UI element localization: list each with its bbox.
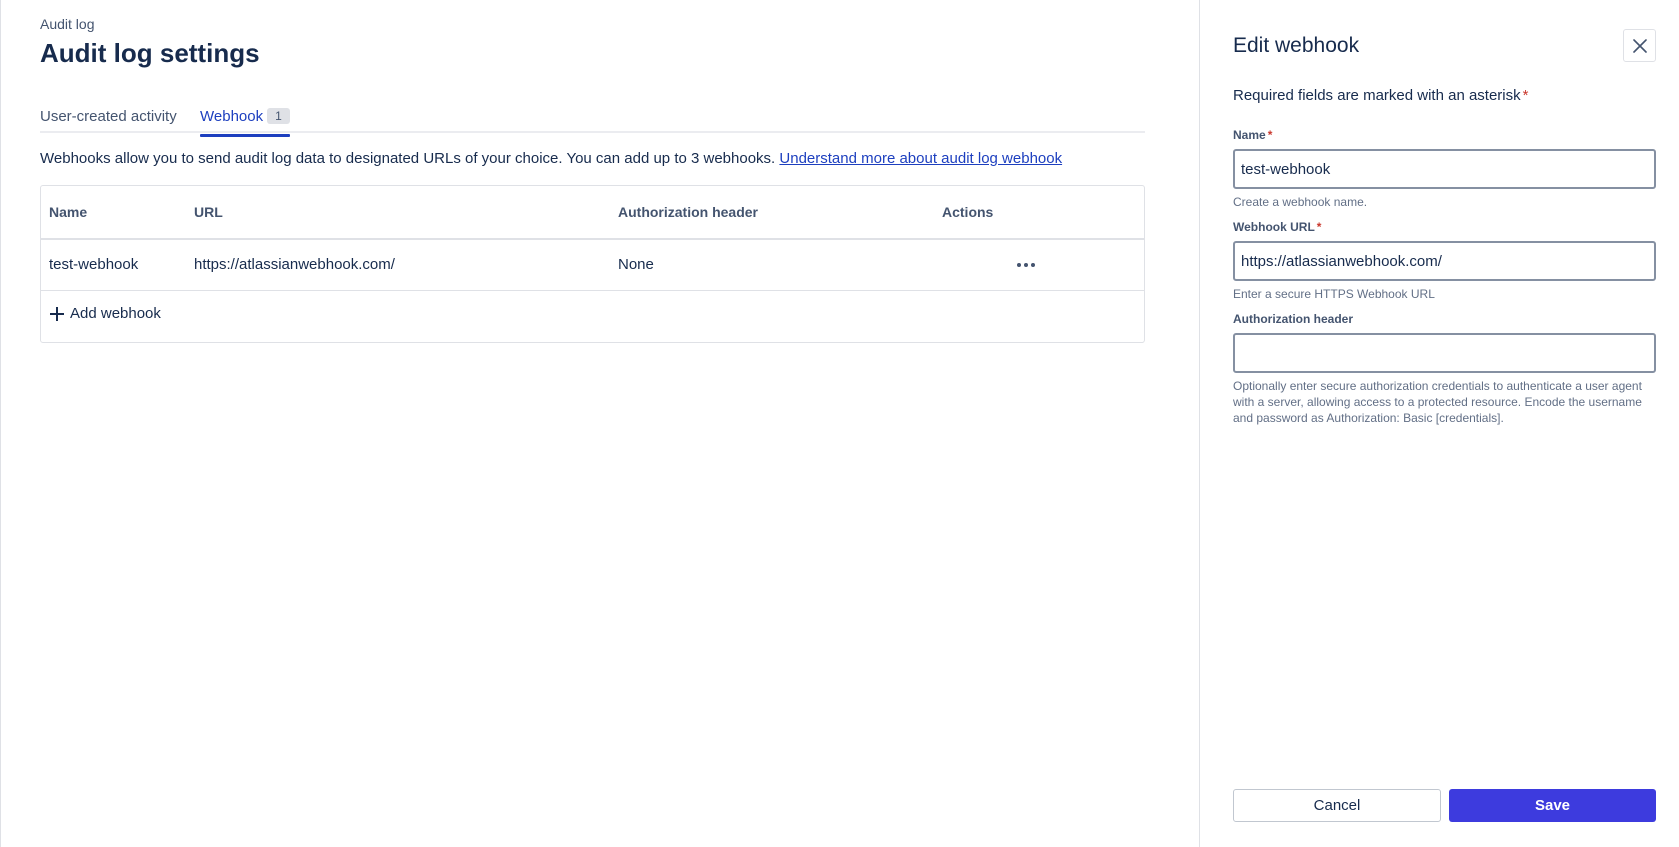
tab-label: User-created activity xyxy=(40,108,177,125)
required-asterisk: * xyxy=(1316,220,1322,234)
required-asterisk: * xyxy=(1522,87,1529,104)
table-row: test-webhook https://atlassianwebhook.co… xyxy=(41,240,1144,291)
table-header: Name URL Authorization header Actions xyxy=(41,186,1144,240)
tab-webhook[interactable]: Webhook 1 xyxy=(200,108,290,137)
required-asterisk: * xyxy=(1267,128,1273,142)
plus-icon xyxy=(50,306,64,321)
name-label-text: Name xyxy=(1233,128,1266,142)
cell-url: https://atlassianwebhook.com/ xyxy=(194,256,395,273)
close-icon xyxy=(1632,38,1647,53)
save-button[interactable]: Save xyxy=(1449,789,1656,822)
more-actions-button[interactable] xyxy=(1011,252,1041,278)
url-field-label: Webhook URL * xyxy=(1233,220,1321,234)
column-header-authorization: Authorization header xyxy=(618,204,759,220)
description-text: Webhooks allow you to send audit log dat… xyxy=(40,150,776,167)
panel-title: Edit webhook xyxy=(1233,34,1360,57)
url-help-text: Enter a secure HTTPS Webhook URL xyxy=(1233,287,1435,301)
edit-webhook-panel: Edit webhook Required fields are marked … xyxy=(1199,0,1679,847)
column-header-url: URL xyxy=(194,204,223,220)
authorization-header-input[interactable] xyxy=(1233,333,1656,373)
webhook-table: Name URL Authorization header Actions te… xyxy=(40,185,1145,343)
tab-label: Webhook xyxy=(200,108,264,125)
add-webhook-row: Add webhook xyxy=(41,291,1144,343)
tab-user-created-activity[interactable]: User-created activity xyxy=(40,108,177,133)
name-help-text: Create a webhook name. xyxy=(1233,195,1368,209)
cell-authorization: None xyxy=(618,256,654,273)
required-note-text: Required fields are marked with an aster… xyxy=(1233,87,1521,104)
add-webhook-label: Add webhook xyxy=(70,305,161,322)
main-content: Audit log Audit log settings User-create… xyxy=(0,0,1198,847)
url-label-text: Webhook URL xyxy=(1233,220,1315,234)
tab-count-badge: 1 xyxy=(267,108,290,124)
column-header-name: Name xyxy=(49,204,88,220)
page-title: Audit log settings xyxy=(40,38,260,68)
close-button[interactable] xyxy=(1623,29,1656,62)
auth-field-label: Authorization header xyxy=(1233,312,1354,326)
name-field-label: Name * xyxy=(1233,128,1272,142)
required-fields-note: Required fields are marked with an aster… xyxy=(1233,87,1528,104)
cell-name: test-webhook xyxy=(49,256,139,273)
breadcrumb[interactable]: Audit log xyxy=(40,16,94,32)
webhook-url-input[interactable] xyxy=(1233,241,1656,281)
more-horizontal-icon xyxy=(1017,263,1035,267)
tab-list: User-created activity Webhook 1 xyxy=(40,104,1145,137)
column-header-actions: Actions xyxy=(942,204,994,220)
webhook-description: Webhooks allow you to send audit log dat… xyxy=(40,150,1062,167)
name-input[interactable] xyxy=(1233,149,1656,189)
add-webhook-button[interactable]: Add webhook xyxy=(50,305,161,322)
cancel-button[interactable]: Cancel xyxy=(1233,789,1441,822)
learn-more-link[interactable]: Understand more about audit log webhook xyxy=(779,150,1062,167)
auth-help-text: Optionally enter secure authorization cr… xyxy=(1233,379,1642,425)
